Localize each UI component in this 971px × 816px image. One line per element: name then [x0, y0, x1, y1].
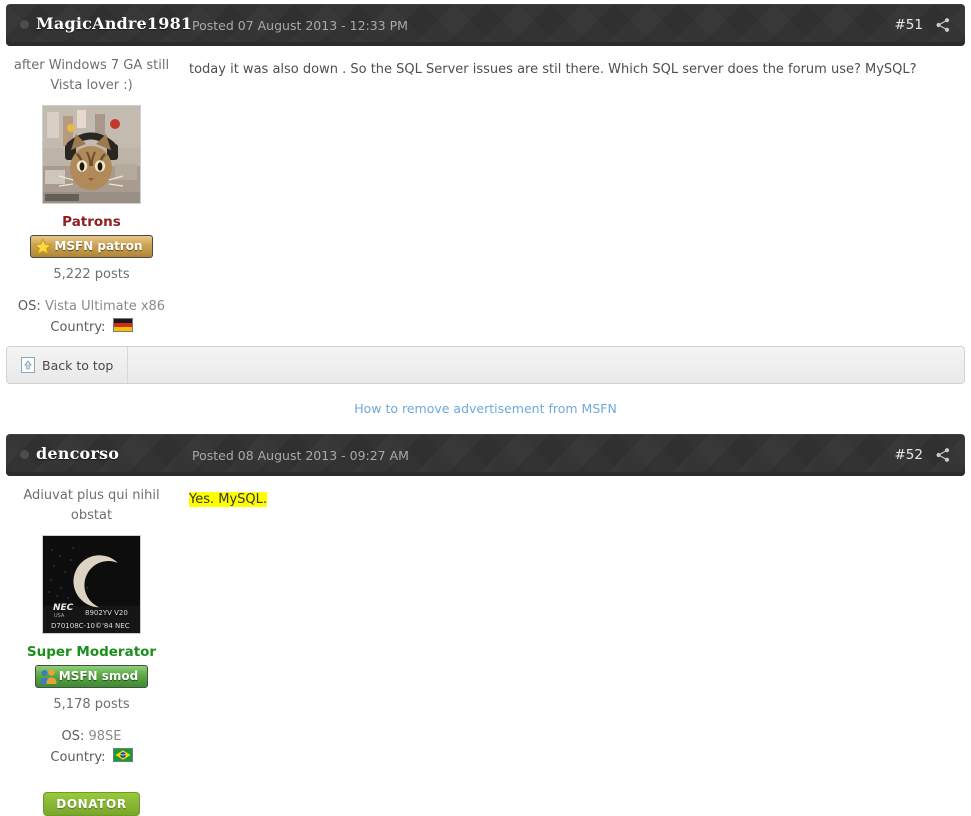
- back-to-top-label: Back to top: [42, 357, 114, 373]
- share-icon[interactable]: [935, 447, 951, 463]
- author-tagline: after Windows 7 GA still Vista lover :): [13, 58, 170, 93]
- author-sidebar: after Windows 7 GA still Vista lover :): [0, 46, 183, 338]
- donator-badge: DONATOR: [43, 792, 140, 816]
- svg-text:D70108C-10©'84 NEC: D70108C-10©'84 NEC: [51, 622, 130, 630]
- post-date: Posted 07 August 2013 - 12:33 PM: [192, 18, 408, 33]
- post-message: today it was also down . So the SQL Serv…: [189, 62, 917, 77]
- post-header: MagicAndre1981 Posted 07 August 2013 - 1…: [6, 4, 965, 46]
- post-status-dot: [20, 20, 29, 29]
- post-content: today it was also down . So the SQL Serv…: [183, 46, 971, 100]
- post-header: dencorso Posted 08 August 2013 - 09:27 A…: [6, 434, 965, 476]
- page-up-arrow-icon: [21, 357, 35, 373]
- member-badge-patron: MSFN patron: [30, 235, 153, 258]
- author-sidebar: Adiuvat plus qui nihil obstat NEC USA 89…: [0, 476, 183, 816]
- author-post-count: 5,178 posts: [53, 697, 130, 712]
- share-icon[interactable]: [935, 17, 951, 33]
- svg-text:NEC: NEC: [53, 603, 74, 613]
- cat-with-headphones-avatar[interactable]: [42, 105, 141, 204]
- post-status-dot: [20, 450, 29, 459]
- post-body: after Windows 7 GA still Vista lover :): [0, 46, 971, 338]
- back-to-top-bar: Back to top: [6, 346, 965, 384]
- germany-flag-icon: [112, 318, 133, 332]
- forum-thread-page: MagicAndre1981 Posted 07 August 2013 - 1…: [0, 4, 971, 816]
- post-date: Posted 08 August 2013 - 09:27 AM: [192, 448, 409, 463]
- post-body: Adiuvat plus qui nihil obstat NEC USA 89…: [0, 476, 971, 816]
- svg-text:USA: USA: [54, 613, 65, 619]
- os-label: OS:: [17, 299, 41, 314]
- post-author-link[interactable]: dencorso: [36, 444, 119, 463]
- remove-ad-link[interactable]: How to remove advertisement from MSFN: [354, 401, 617, 416]
- author-group: Patrons: [62, 214, 121, 230]
- two-users-icon: [39, 668, 57, 685]
- star-icon: [34, 238, 53, 255]
- author-group: Super Moderator: [26, 644, 157, 660]
- post-message: Yes. MySQL.: [189, 490, 957, 509]
- os-value: 98SE: [88, 729, 122, 744]
- author-tagline: Adiuvat plus qui nihil obstat: [23, 488, 160, 523]
- member-badge-label: MSFN patron: [54, 239, 143, 253]
- member-badge-smod: MSFN smod: [34, 665, 149, 688]
- brazil-flag-icon: [112, 748, 133, 762]
- highlighted-text: Yes. MySQL.: [189, 492, 268, 507]
- author-country: Country:: [0, 747, 183, 768]
- country-label: Country:: [50, 750, 106, 765]
- author-country: Country:: [0, 317, 183, 338]
- os-label: OS:: [61, 729, 85, 744]
- author-os: OS: 98SE: [0, 726, 183, 747]
- member-badge-label: MSFN smod: [58, 669, 139, 683]
- back-to-top-button[interactable]: Back to top: [7, 347, 129, 383]
- svg-text:8902YV V20: 8902YV V20: [85, 609, 128, 617]
- post-51: MagicAndre1981 Posted 07 August 2013 - 1…: [0, 4, 971, 384]
- post-permalink[interactable]: #51: [895, 17, 924, 33]
- country-label: Country:: [50, 320, 106, 335]
- ad-notice: How to remove advertisement from MSFN: [0, 384, 971, 430]
- author-meta: OS: 98SE Country:: [0, 726, 183, 768]
- author-post-count: 5,222 posts: [53, 267, 130, 282]
- post-content: Yes. MySQL.: [183, 476, 971, 530]
- nec-chip-crescent-moon-avatar[interactable]: NEC USA 8902YV V20 D70108C-10©'84 NEC: [42, 535, 141, 634]
- post-permalink[interactable]: #52: [895, 447, 924, 463]
- author-os: OS: Vista Ultimate x86: [0, 296, 183, 317]
- author-meta: OS: Vista Ultimate x86 Country:: [0, 296, 183, 338]
- os-value: Vista Ultimate x86: [44, 299, 166, 314]
- post-52: dencorso Posted 08 August 2013 - 09:27 A…: [0, 434, 971, 816]
- post-author-link[interactable]: MagicAndre1981: [36, 14, 192, 33]
